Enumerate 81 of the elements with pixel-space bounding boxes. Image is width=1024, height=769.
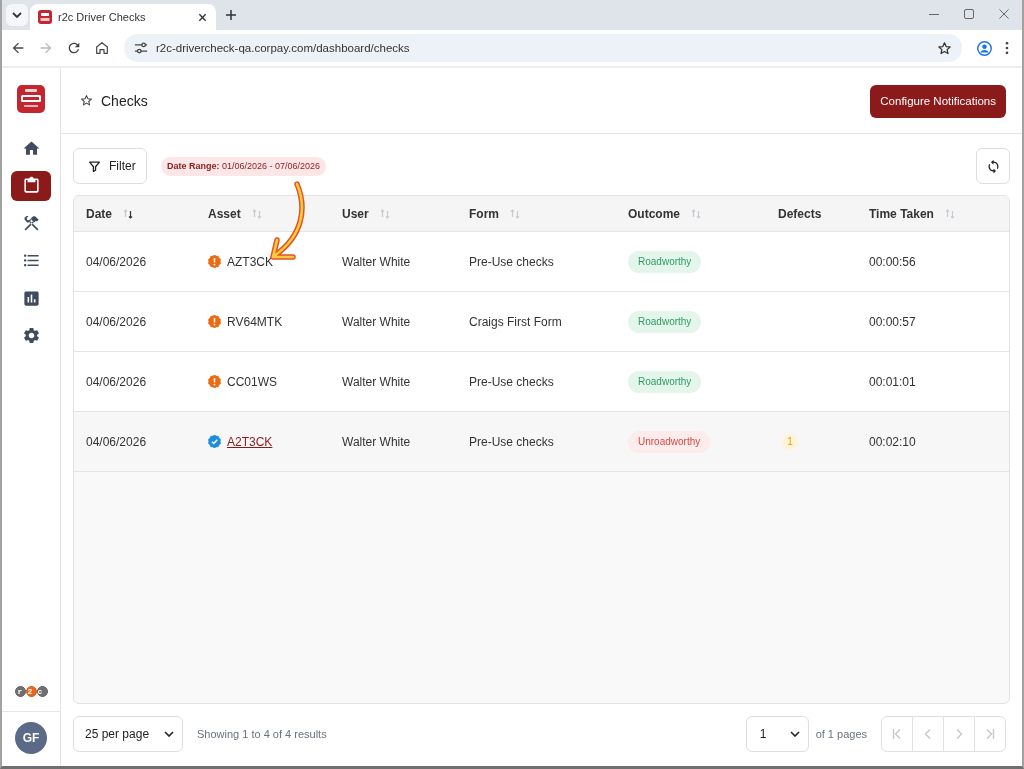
- last-page-icon: [985, 728, 995, 740]
- configure-notifications-button[interactable]: Configure Notifications: [870, 84, 1006, 118]
- profile-icon[interactable]: [976, 39, 993, 57]
- date-text: 04/06/2026: [86, 314, 147, 329]
- user-name: Walter White: [342, 434, 411, 449]
- home-icon: [21, 138, 41, 158]
- app-logo-icon: [17, 85, 45, 113]
- chevron-down-icon: [164, 731, 174, 737]
- date-text: 04/06/2026: [86, 254, 147, 269]
- close-icon[interactable]: [198, 12, 207, 22]
- time-taken-text: 00:02:10: [869, 434, 916, 449]
- table-row[interactable]: 04/06/2026 RV64MTK Walter White Craigs First Form Roadworthy 00:00:57: [74, 292, 1009, 352]
- tab-title: r2c Driver Checks: [58, 11, 147, 23]
- user-avatar[interactable]: GF: [15, 722, 47, 754]
- browser-tab[interactable]: r2c Driver Checks: [30, 4, 216, 30]
- filter-icon: [88, 159, 101, 173]
- home-icon[interactable]: [94, 40, 110, 56]
- column-header[interactable]: User: [342, 206, 390, 221]
- per-page-select[interactable]: 25 per page: [73, 716, 183, 752]
- app-logo-icon: [38, 10, 52, 24]
- warning-badge-icon: [208, 255, 221, 268]
- new-tab-icon[interactable]: [225, 9, 237, 21]
- url-text: r2c-drivercheck-qa.corpay.com/dashboard/checks: [156, 42, 410, 54]
- column-header[interactable]: Asset: [208, 206, 262, 221]
- asset-link[interactable]: CC01WS: [227, 374, 277, 389]
- chevron-left-icon: [923, 728, 933, 740]
- chevron-down-icon: [12, 12, 22, 18]
- form-name: Craigs First Form: [469, 314, 562, 329]
- time-taken-text: 00:00:56: [869, 254, 916, 269]
- table-row[interactable]: 04/06/2026 CC01WS Walter White Pre-Use checks Roadworthy 00:01:01: [74, 352, 1009, 412]
- clipboard-icon: [21, 176, 41, 195]
- results-summary: Showing 1 to 4 of 4 results: [197, 728, 327, 740]
- time-taken-text: 00:01:01: [869, 374, 916, 389]
- refresh-icon: [985, 158, 1001, 174]
- date-text: 04/06/2026: [86, 434, 147, 449]
- outcome-badge: Roadworthy: [628, 250, 702, 273]
- nav-button[interactable]: [11, 170, 51, 201]
- form-name: Pre-Use checks: [469, 374, 554, 389]
- asset-link[interactable]: AZT3CK: [227, 254, 273, 269]
- filter-button[interactable]: Filter: [73, 148, 147, 184]
- user-name: Walter White: [342, 374, 411, 389]
- table-row[interactable]: 04/06/2026 AZT3CK Walter White Pre-Use checks Roadworthy 00:00:56: [74, 232, 1009, 292]
- warning-badge-icon: [208, 375, 221, 388]
- page-total-text: of 1 pages: [815, 728, 867, 740]
- chevron-down-icon: [789, 731, 800, 737]
- bookmark-star-icon[interactable]: [937, 40, 952, 56]
- column-header[interactable]: Time Taken: [869, 206, 955, 221]
- defect-count-badge: 1: [782, 433, 798, 450]
- outcome-badge: Unroadworthy: [628, 430, 711, 453]
- column-header: Defects: [778, 206, 822, 221]
- chevron-right-icon: [954, 728, 964, 740]
- address-bar[interactable]: r2c-drivercheck-qa.corpay.com/dashboard/checks: [124, 34, 962, 62]
- form-name: Pre-Use checks: [469, 434, 554, 449]
- column-header[interactable]: Outcome: [628, 206, 701, 221]
- maximize-icon[interactable]: [964, 9, 974, 19]
- page-title: Checks: [101, 92, 148, 109]
- date-range-chip[interactable]: Date Range: 01/06/2026 - 07/06/2026: [161, 156, 327, 176]
- column-header[interactable]: Date: [86, 206, 133, 221]
- refresh-button[interactable]: [976, 148, 1010, 184]
- bar-chart-icon: [21, 288, 41, 308]
- asset-link[interactable]: A2T3CK: [227, 434, 273, 449]
- more-menu-icon[interactable]: [1005, 41, 1009, 55]
- first-page-icon: [892, 728, 902, 740]
- back-icon[interactable]: [10, 40, 26, 56]
- asset-link[interactable]: RV64MTK: [227, 314, 283, 329]
- favorite-star-icon[interactable]: [80, 94, 93, 107]
- settings-icon: [21, 326, 41, 345]
- form-name: Pre-Use checks: [469, 254, 554, 269]
- verified-badge-icon: [208, 435, 221, 448]
- user-name: Walter White: [342, 254, 411, 269]
- site-settings-icon[interactable]: [134, 41, 148, 55]
- outcome-badge: Roadworthy: [628, 370, 702, 393]
- user-name: Walter White: [342, 314, 411, 329]
- page-select[interactable]: 1: [745, 716, 809, 752]
- warning-badge-icon: [208, 315, 221, 328]
- reload-icon[interactable]: [66, 40, 82, 56]
- tab-list-button[interactable]: [6, 4, 28, 26]
- date-text: 04/06/2026: [86, 374, 147, 389]
- time-taken-text: 00:00:57: [869, 314, 916, 329]
- column-header[interactable]: Form: [469, 206, 520, 221]
- outcome-badge: Roadworthy: [628, 310, 702, 333]
